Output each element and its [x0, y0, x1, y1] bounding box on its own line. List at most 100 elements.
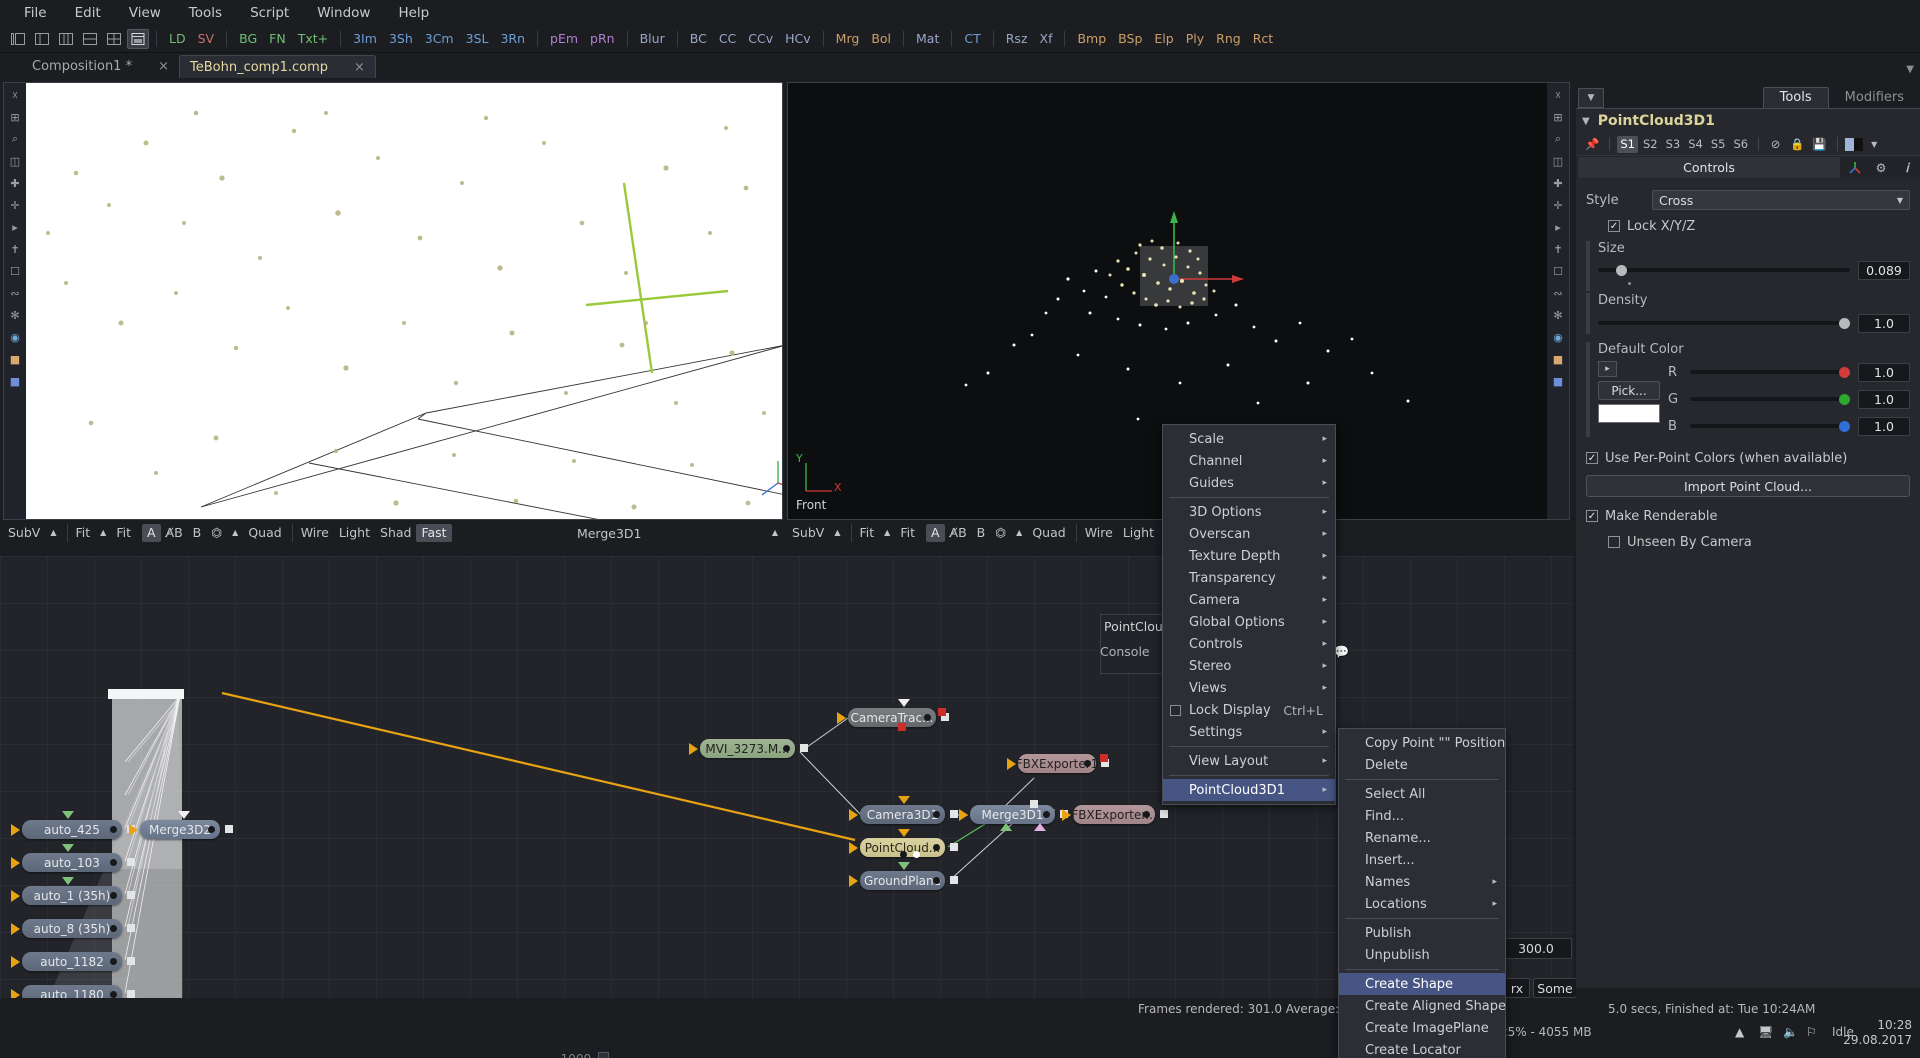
- node-output-square[interactable]: [127, 924, 135, 932]
- node-merge3d2[interactable]: Merge3D2: [129, 820, 233, 839]
- toolbar-button-mrg[interactable]: Mrg: [830, 29, 866, 49]
- viewer-left-canvas[interactable]: Y X Z: [26, 83, 782, 519]
- unseen-by-camera-row[interactable]: Unseen By Camera: [1586, 529, 1910, 555]
- layout-4-icon[interactable]: [79, 29, 101, 49]
- tab-controls[interactable]: Controls: [1578, 157, 1840, 178]
- viewer-right-fit-arrow[interactable]: ▲: [879, 524, 895, 542]
- viewer-left-fit-arrow[interactable]: ▲: [95, 524, 111, 542]
- viewer-right-buffer-ab[interactable]: A̸B: [945, 524, 972, 542]
- node-camera3d1[interactable]: Camera3D1: [849, 805, 958, 824]
- node-output-knob[interactable]: [110, 892, 117, 899]
- close-icon[interactable]: ☓: [6, 86, 24, 104]
- magnify-icon[interactable]: ⌕: [1549, 130, 1567, 148]
- node-output-knob[interactable]: [110, 991, 117, 998]
- chevron-down-icon[interactable]: ▼: [1865, 136, 1884, 153]
- add-tr-icon[interactable]: ✛: [1549, 196, 1567, 214]
- density-slider[interactable]: [1598, 316, 1850, 330]
- tab-console[interactable]: Console: [1090, 644, 1160, 659]
- menu-item-locations[interactable]: Locations ▸: [1339, 893, 1505, 915]
- disable-icon[interactable]: ⊘: [1766, 136, 1785, 153]
- toolbar-button-3im[interactable]: 3Im: [347, 29, 383, 49]
- pointer-icon[interactable]: ▸: [1549, 218, 1567, 236]
- color-channel-thumb[interactable]: [1839, 366, 1850, 378]
- viewer-left-subv-arrow[interactable]: ▲: [45, 524, 61, 542]
- node-input-triangle[interactable]: [849, 842, 858, 854]
- tabstrip-collapse-icon[interactable]: ▼: [1906, 64, 1914, 75]
- density-value[interactable]: 1.0: [1858, 313, 1910, 333]
- add-tr-icon[interactable]: ✛: [6, 196, 24, 214]
- viewer-right-wire-button[interactable]: Wire: [1075, 524, 1118, 542]
- color-channel-thumb[interactable]: [1839, 393, 1850, 405]
- toolbar-button-ld[interactable]: LD: [163, 29, 192, 49]
- bspline-icon[interactable]: ∾: [1549, 284, 1567, 302]
- toolbar-button-rct[interactable]: Rct: [1247, 29, 1279, 49]
- viewer-right-subv-button[interactable]: SubV: [787, 524, 829, 542]
- toolbar-button-txtplus[interactable]: Txt+: [292, 29, 334, 49]
- toolbar-button-fn[interactable]: FN: [263, 29, 292, 49]
- proxy-field[interactable]: rx: [1504, 978, 1530, 998]
- connection-handle[interactable]: [1030, 800, 1038, 808]
- gear-icon[interactable]: ⚙: [1868, 157, 1894, 178]
- menu-item-unpublish[interactable]: Unpublish: [1339, 944, 1505, 966]
- menu-item-pointcloud3d1[interactable]: PointCloud3D1 ▸: [1163, 779, 1335, 801]
- menu-item-stereo[interactable]: Stereo ▸: [1163, 655, 1335, 677]
- node-output-square[interactable]: [127, 957, 135, 965]
- node-output-knob[interactable]: [1043, 811, 1050, 818]
- menu-item-view-layout[interactable]: View Layout ▸: [1163, 750, 1335, 772]
- layout-active-icon[interactable]: [127, 29, 149, 49]
- node-fbxexporter[interactable]: FBXExporter...: [1062, 805, 1168, 824]
- toolbar-button-bsp[interactable]: BSp: [1112, 29, 1148, 49]
- viewer-right-fit-a[interactable]: Fit: [850, 524, 880, 542]
- pointer-icon[interactable]: ▸: [6, 218, 24, 236]
- node-input-triangle[interactable]: [689, 743, 698, 755]
- chevron-down-icon[interactable]: ▼: [1582, 116, 1590, 127]
- color-channel-g-slider[interactable]: [1690, 392, 1850, 406]
- color-pick-button[interactable]: Pick...: [1598, 381, 1660, 400]
- node-output-knob[interactable]: [783, 745, 790, 752]
- state-button-s2[interactable]: S2: [1640, 136, 1661, 153]
- node-input-triangle[interactable]: [959, 809, 968, 821]
- node-output-square[interactable]: [950, 810, 958, 818]
- node-input-triangle[interactable]: [1007, 758, 1016, 770]
- color-channel-value[interactable]: 1.0: [1858, 416, 1910, 436]
- viewer-right-buffer-b[interactable]: B: [972, 524, 991, 542]
- viewer-right-quad-button[interactable]: Quad: [1027, 524, 1070, 542]
- palette-icon[interactable]: ■: [6, 350, 24, 368]
- state-button-s5[interactable]: S5: [1708, 136, 1729, 153]
- menu-item-create-shape[interactable]: Create Shape: [1339, 973, 1505, 995]
- make-renderable-checkbox[interactable]: ✓: [1586, 510, 1598, 522]
- viewer-left-light-button[interactable]: Light: [334, 524, 375, 542]
- node-output-knob[interactable]: [1143, 811, 1150, 818]
- node-output-square[interactable]: [225, 825, 233, 833]
- node-output-square[interactable]: [1160, 810, 1168, 818]
- node-extra-knob[interactable]: [900, 851, 907, 858]
- tab-modifiers[interactable]: Modifiers: [1829, 88, 1920, 108]
- color-expand-icon[interactable]: ▸: [1598, 361, 1617, 377]
- tray-volume-icon[interactable]: 🔈: [1783, 1025, 1798, 1039]
- color-channel-b-slider[interactable]: [1690, 419, 1850, 433]
- menu-script[interactable]: Script: [236, 0, 303, 26]
- toolbar-button-prn[interactable]: pRn: [584, 29, 621, 49]
- node-output-knob[interactable]: [110, 925, 117, 932]
- menu-item-create-locator[interactable]: Create Locator: [1339, 1039, 1505, 1058]
- toolbar-button-sv[interactable]: SV: [192, 29, 221, 49]
- menu-item-names[interactable]: Names ▸: [1339, 871, 1505, 893]
- menu-item-global-options[interactable]: Global Options ▸: [1163, 611, 1335, 633]
- toolbar-button-bc[interactable]: BC: [684, 29, 713, 49]
- menu-item-find---[interactable]: Find...: [1339, 805, 1505, 827]
- toolbar-button-ct[interactable]: CT: [958, 29, 986, 49]
- menu-item-channel[interactable]: Channel ▸: [1163, 450, 1335, 472]
- color-channel-value[interactable]: 1.0: [1858, 362, 1910, 382]
- node-auto835h[interactable]: auto_8 (35h): [11, 919, 135, 938]
- node-input-triangle[interactable]: [11, 890, 20, 902]
- roi-icon[interactable]: ◫: [6, 152, 24, 170]
- toolbar-button-bmp[interactable]: Bmp: [1071, 29, 1112, 49]
- swatch2-icon[interactable]: ■: [6, 372, 24, 390]
- system-clock[interactable]: 10:28 29.08.2017: [1843, 1018, 1912, 1048]
- viewer-right-stereo-icon[interactable]: ⏣: [990, 524, 1011, 542]
- close-icon[interactable]: ☓: [1549, 86, 1567, 104]
- toolbar-button-xf[interactable]: Xf: [1034, 29, 1059, 49]
- menu-item-settings[interactable]: Settings ▸: [1163, 721, 1335, 743]
- viewer-left-shad-button[interactable]: Shad: [375, 524, 416, 542]
- density-slider-thumb[interactable]: [1839, 317, 1850, 329]
